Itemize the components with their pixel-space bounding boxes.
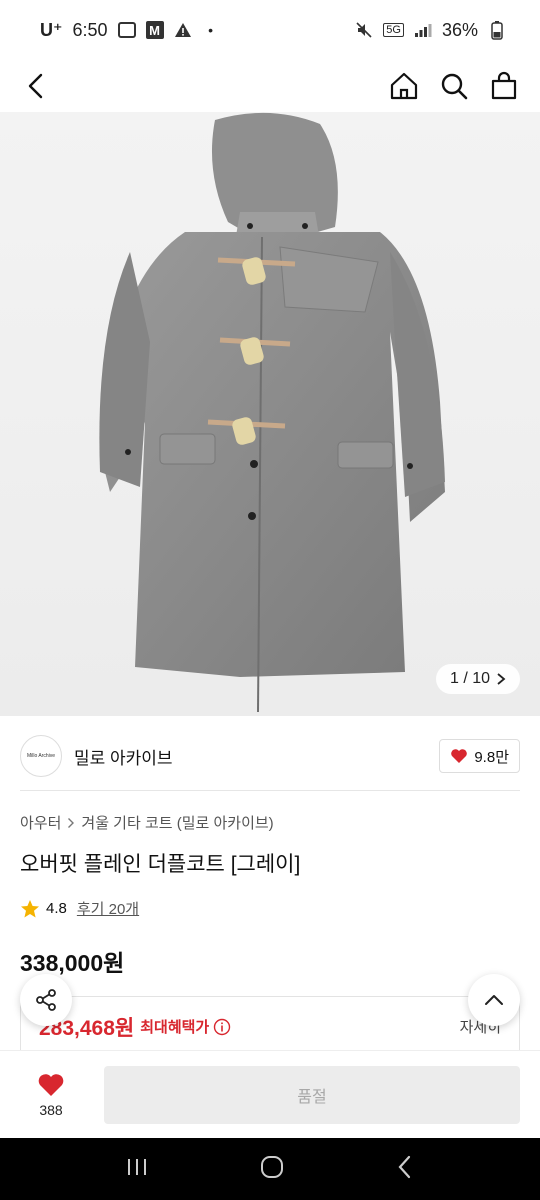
battery-percent: 36% (441, 19, 478, 40)
home-circle-icon (261, 1155, 283, 1178)
info-icon[interactable] (213, 1018, 231, 1036)
share-icon (36, 989, 56, 1011)
breadcrumb-category[interactable]: 아우터 (20, 812, 61, 833)
chevron-right-icon (68, 817, 75, 828)
soldout-button[interactable]: 품절 (104, 1065, 520, 1124)
brand-row: Millo Archive 밀로 아카이브 9.8만 (0, 726, 540, 786)
star-icon (21, 899, 39, 917)
brand-logo: Millo Archive (20, 735, 62, 777)
chevron-right-icon (497, 673, 506, 685)
bottom-action-bar: 388 품절 (0, 1050, 540, 1138)
gallery-icon (117, 21, 136, 39)
bag-icon (491, 71, 517, 100)
recent-apps-button[interactable] (125, 1155, 149, 1184)
search-button[interactable] (438, 70, 470, 102)
signal-icon (414, 21, 432, 39)
top-nav (0, 60, 540, 112)
network-label: 5G (383, 23, 404, 37)
chevron-up-icon (485, 995, 503, 1005)
clock: 6:50 (72, 19, 108, 40)
home-nav-button[interactable] (259, 1154, 285, 1185)
gmail-icon: M (145, 21, 164, 39)
back-button[interactable] (20, 70, 52, 102)
search-icon (441, 73, 468, 100)
rating-value: 4.8 (46, 900, 67, 917)
review-link[interactable]: 후기 20개 (77, 898, 139, 919)
heart-icon (38, 1073, 64, 1096)
cart-button[interactable] (488, 70, 520, 102)
benefit-label: 최대혜택가 (140, 1019, 210, 1036)
battery-icon (488, 21, 506, 40)
divider (20, 790, 520, 791)
duffle-coat-image (99, 112, 445, 713)
brand-like-count: 9.8만 (474, 748, 509, 766)
warning-icon (174, 21, 192, 39)
system-nav-bar (0, 1138, 540, 1200)
dot-icon: • (208, 22, 213, 38)
status-left: U⁺ 6:50 M • (40, 20, 220, 41)
product-title: 오버핏 플레인 더플코트 [그레이] (20, 853, 301, 876)
home-icon (390, 72, 418, 100)
product-price: 338,000원 (20, 950, 125, 976)
share-button[interactable] (20, 974, 72, 1026)
carrier-label: U⁺ (40, 19, 63, 40)
nav-actions (388, 70, 520, 102)
back-icon (28, 73, 43, 99)
wishlist-button[interactable]: 388 (18, 1072, 84, 1118)
brand-link[interactable]: Millo Archive 밀로 아카이브 (20, 735, 173, 777)
max-benefit-box[interactable]: 283,468원 최대혜택가 자세히 (20, 996, 520, 1056)
breadcrumb: 아우터 겨울 기타 코트 (밀로 아카이브) (20, 812, 274, 833)
soldout-label: 품절 (297, 1088, 327, 1106)
breadcrumb-subcategory[interactable]: 겨울 기타 코트 (밀로 아카이브) (81, 812, 273, 833)
image-counter-label: 1 / 10 (449, 670, 490, 687)
back-nav-button[interactable] (395, 1154, 415, 1185)
mute-icon (355, 21, 373, 39)
wishlist-count: 388 (39, 1101, 63, 1118)
heart-icon (451, 749, 468, 763)
scroll-top-button[interactable] (468, 974, 520, 1026)
home-button[interactable] (388, 70, 420, 102)
benefit-left: 283,468원 최대혜택가 (39, 1012, 231, 1042)
brand-like-button[interactable]: 9.8만 (439, 739, 520, 773)
recent-apps-icon (128, 1158, 146, 1175)
status-bar: U⁺ 6:50 M • 5G 36% (0, 0, 540, 60)
rating-row: 4.8 후기 20개 (20, 898, 139, 919)
back-nav-icon (398, 1155, 411, 1178)
image-counter[interactable]: 1 / 10 (435, 664, 520, 694)
product-image-gallery[interactable]: 1 / 10 (0, 112, 540, 716)
brand-name: 밀로 아카이브 (74, 748, 173, 768)
status-right: 5G 36% (355, 20, 506, 41)
